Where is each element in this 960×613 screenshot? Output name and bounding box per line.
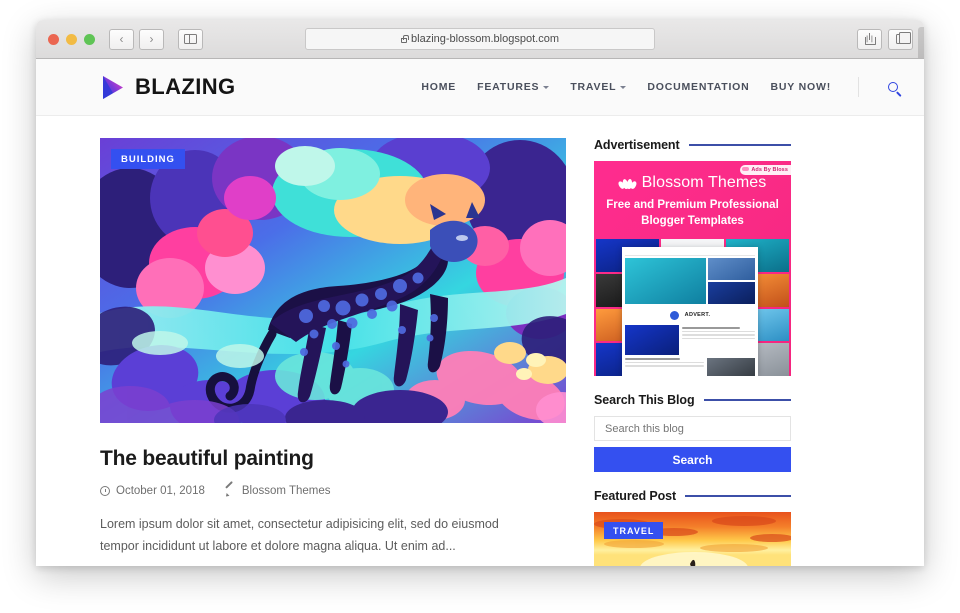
nav-label: HOME bbox=[421, 81, 457, 93]
close-window-button[interactable] bbox=[48, 33, 59, 45]
nav-label: DOCUMENTATION bbox=[647, 81, 750, 93]
site-header: BLAZING HOME FEATURES TRAVEL DOCUMENTATI… bbox=[36, 59, 924, 116]
site-logo[interactable]: BLAZING bbox=[100, 74, 236, 101]
widget-title-text: Advertisement bbox=[594, 138, 680, 152]
pencil-icon bbox=[225, 486, 236, 497]
browser-window: ‹ › blazing-blossom.blogspot.com + bbox=[36, 20, 924, 566]
preview-hero bbox=[625, 258, 755, 304]
preview-hero-main bbox=[625, 258, 706, 304]
ad-headline-line2: Blogger Templates bbox=[641, 215, 744, 228]
preview-hero-side bbox=[707, 258, 755, 304]
ad-featured-template-preview: ADVERT. bbox=[622, 247, 758, 376]
post-author-text: Blossom Themes bbox=[241, 485, 331, 497]
chevron-right-icon: › bbox=[149, 32, 154, 46]
nav-label: FEATURES bbox=[477, 81, 540, 93]
chevron-down-icon bbox=[620, 86, 627, 89]
widget-featured-post: Featured Post TRAVEL bbox=[594, 489, 791, 566]
chevron-left-icon: ‹ bbox=[119, 32, 124, 46]
preview-advert-row: ADVERT. bbox=[625, 307, 755, 323]
play-triangle-logo-icon bbox=[100, 74, 126, 101]
show-tabs-button[interactable] bbox=[888, 28, 913, 50]
window-traffic-lights bbox=[48, 33, 95, 45]
url-bar[interactable]: blazing-blossom.blogspot.com bbox=[305, 28, 655, 50]
search-input[interactable] bbox=[594, 416, 791, 441]
lock-icon bbox=[401, 34, 409, 43]
preview-advert-icon bbox=[669, 310, 679, 320]
share-button[interactable] bbox=[857, 28, 882, 50]
jungle-panther-illustration bbox=[100, 138, 566, 423]
featured-post-badge[interactable]: TRAVEL bbox=[604, 522, 664, 539]
widget-title-rule bbox=[685, 495, 791, 497]
advertisement-banner[interactable]: Ads By Bloss Blossom Themes Free and Pre… bbox=[594, 161, 791, 376]
search-submit-button[interactable]: Search bbox=[594, 447, 791, 472]
widget-title-featured: Featured Post bbox=[594, 489, 791, 503]
widget-title-text: Featured Post bbox=[594, 489, 677, 503]
post-title[interactable]: The beautiful painting bbox=[100, 447, 566, 471]
featured-post-image[interactable]: TRAVEL bbox=[594, 512, 791, 566]
preview-footer-image bbox=[707, 358, 755, 376]
browser-toolbar-right bbox=[857, 28, 915, 50]
widget-title-rule bbox=[688, 144, 791, 146]
share-icon bbox=[865, 33, 876, 45]
nav-item-home[interactable]: HOME bbox=[421, 81, 456, 93]
ad-headline-line1: Free and Premium Professional bbox=[606, 199, 779, 211]
main-content-column: BUILDING The beautiful painting October … bbox=[100, 138, 566, 566]
widget-advertisement: Advertisement Ads By Bloss Blossom Theme… bbox=[594, 138, 791, 376]
post-excerpt: Lorem ipsum dolor sit amet, consectetur … bbox=[100, 517, 499, 553]
main-navigation: HOME FEATURES TRAVEL DOCUMENTATION BUY N… bbox=[421, 77, 898, 97]
url-text: blazing-blossom.blogspot.com bbox=[411, 33, 559, 45]
nav-label: BUY NOW! bbox=[770, 81, 831, 93]
page-body: BUILDING The beautiful painting October … bbox=[36, 116, 924, 566]
clock-icon bbox=[100, 486, 110, 496]
nav-divider bbox=[858, 77, 859, 97]
nav-item-buy-now[interactable]: BUY NOW! bbox=[771, 81, 831, 93]
new-tab-button[interactable]: + bbox=[918, 27, 924, 58]
surfer-sunset-illustration bbox=[594, 512, 791, 566]
preview-post-row bbox=[625, 325, 755, 355]
post-category-badge[interactable]: BUILDING bbox=[111, 149, 185, 169]
sidebar: Advertisement Ads By Bloss Blossom Theme… bbox=[594, 138, 791, 566]
minimize-window-button[interactable] bbox=[66, 33, 77, 45]
ads-by-label: Ads By Bloss bbox=[740, 165, 791, 175]
widget-title-advertisement: Advertisement bbox=[594, 138, 791, 152]
sidebar-icon bbox=[184, 33, 197, 45]
nav-item-features[interactable]: FEATURES bbox=[477, 81, 550, 93]
widget-title-text: Search This Blog bbox=[594, 393, 695, 407]
preview-footer-row bbox=[625, 358, 755, 376]
nav-item-documentation[interactable]: DOCUMENTATION bbox=[647, 81, 749, 93]
post-featured-image[interactable]: BUILDING bbox=[100, 138, 566, 423]
post-meta: October 01, 2018 Blossom Themes bbox=[100, 485, 566, 497]
nav-label: TRAVEL bbox=[570, 81, 617, 93]
preview-footer-lines bbox=[625, 358, 704, 376]
lotus-icon bbox=[616, 178, 638, 190]
post-author[interactable]: Blossom Themes bbox=[225, 485, 331, 497]
ad-brand-text: Blossom Themes bbox=[641, 174, 767, 191]
preview-navbar bbox=[625, 250, 755, 256]
preview-post-lines bbox=[682, 325, 755, 355]
preview-post-image bbox=[625, 325, 679, 355]
ad-brand: Blossom Themes bbox=[594, 174, 791, 192]
browser-nav-buttons: ‹ › bbox=[109, 28, 203, 50]
site-title: BLAZING bbox=[135, 74, 236, 99]
widget-title-search: Search This Blog bbox=[594, 393, 791, 407]
forward-button[interactable]: › bbox=[139, 28, 164, 50]
ad-headline: Free and Premium Professional Blogger Te… bbox=[594, 197, 791, 229]
header-search-button[interactable] bbox=[888, 82, 898, 92]
preview-advert-label: ADVERT. bbox=[684, 312, 711, 318]
tabs-icon bbox=[895, 31, 911, 44]
widget-title-rule bbox=[703, 399, 791, 401]
browser-titlebar: ‹ › blazing-blossom.blogspot.com + bbox=[36, 20, 924, 59]
chevron-down-icon bbox=[543, 86, 550, 89]
post-date-text: October 01, 2018 bbox=[116, 485, 205, 497]
search-icon bbox=[888, 82, 898, 92]
post-date: October 01, 2018 bbox=[100, 485, 205, 497]
back-button[interactable]: ‹ bbox=[109, 28, 134, 50]
nav-item-travel[interactable]: TRAVEL bbox=[570, 81, 627, 93]
widget-search-this-blog: Search This Blog Search bbox=[594, 393, 791, 472]
maximize-window-button[interactable] bbox=[84, 33, 95, 45]
sidebar-toggle-button[interactable] bbox=[178, 28, 203, 50]
